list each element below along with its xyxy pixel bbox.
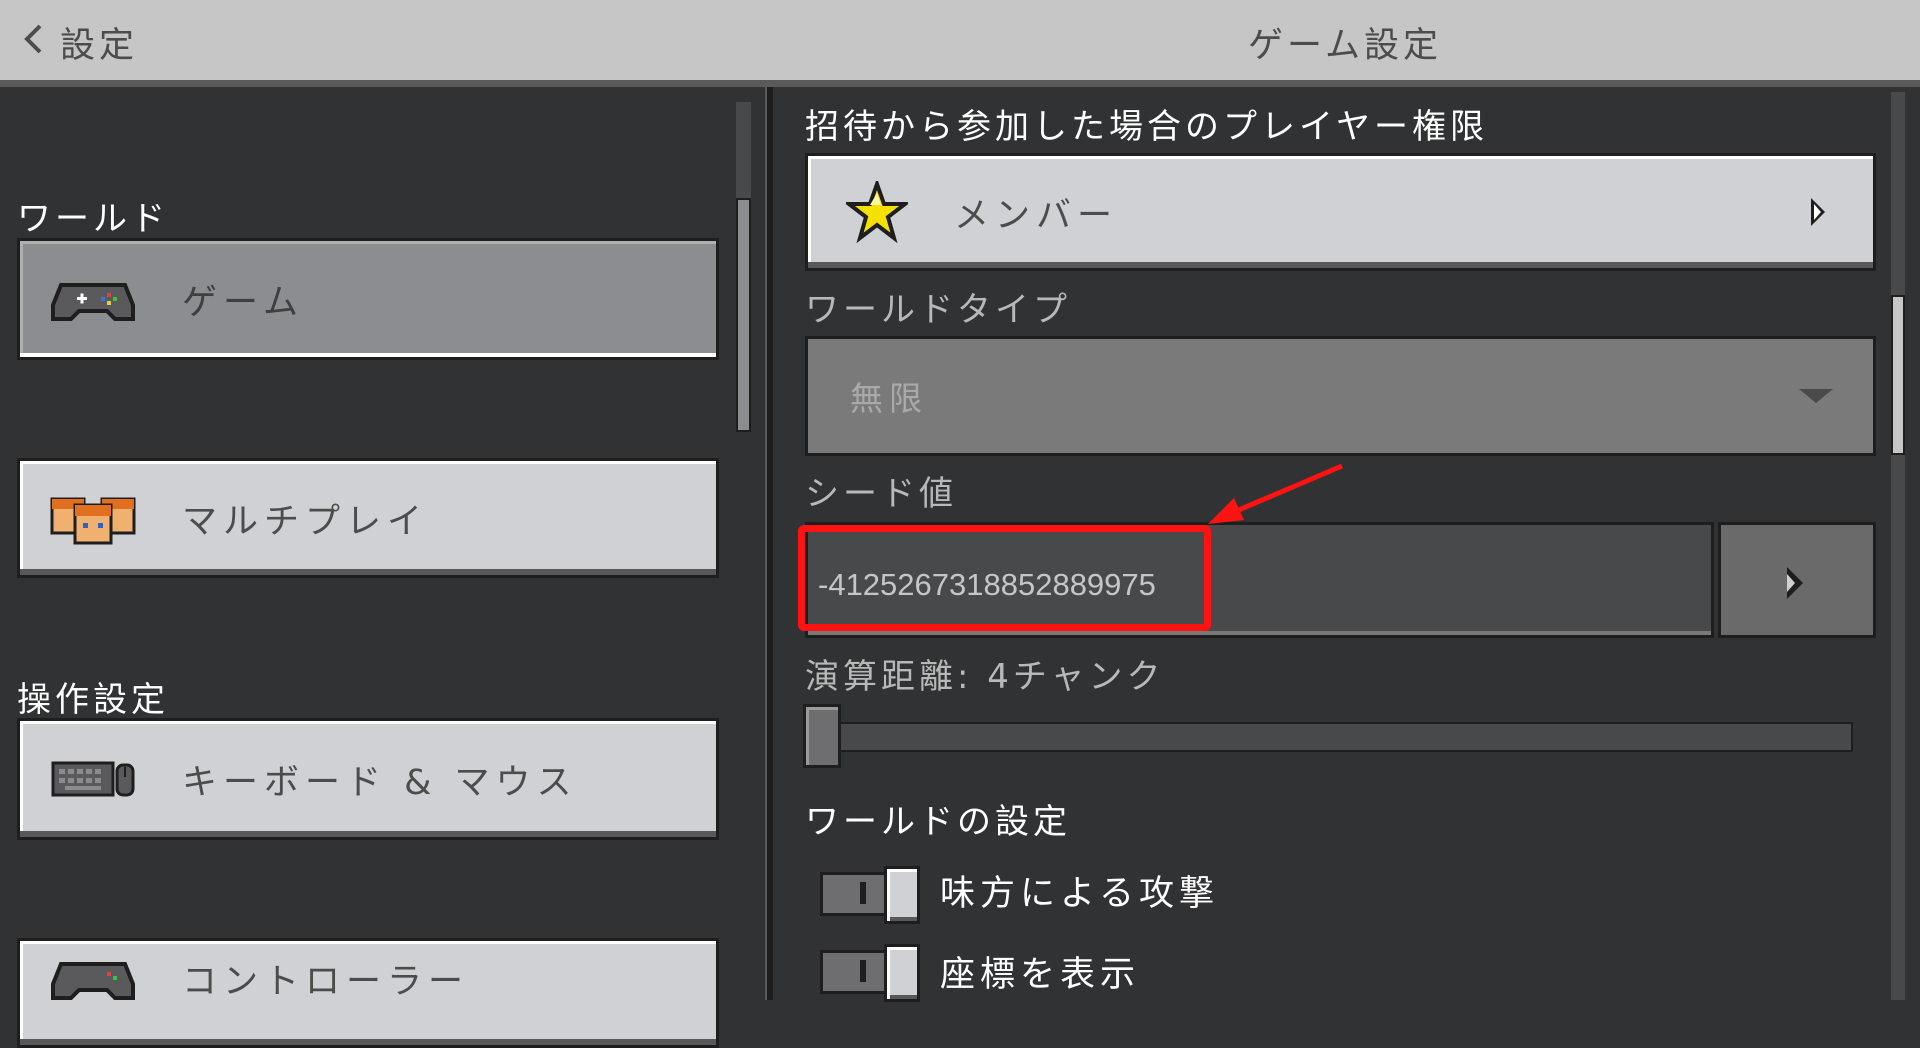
gamepad-icon [48,269,138,329]
seed-input[interactable]: -4125267318852889975 [805,522,1714,638]
sidebar-item-multiplayer[interactable]: マルチプレイ [17,458,719,578]
controller-icon [48,948,138,1008]
seed-value: -4125267318852889975 [818,567,1156,602]
friendly-fire-toggle[interactable] [820,866,920,924]
sidebar-item-label: マルチプレイ [182,501,429,542]
settings-scrollbar-track[interactable] [1891,92,1905,1000]
chevron-down-icon [1799,389,1833,403]
panel-divider [765,87,773,1000]
annotation-arrow-icon [1208,463,1343,524]
toggle-knob [884,866,920,924]
world-type-label: ワールドタイプ [805,290,1071,330]
chevron-right-highlight [1814,204,1821,220]
page-title: ゲーム設定 [1248,25,1442,66]
invite-permission-label: 招待から参加した場合のプレイヤー権限 [805,107,1488,147]
chevron-left-icon [22,22,44,62]
toggle-knob [884,944,920,1002]
show-coordinates-label: 座標を表示 [940,955,1141,995]
sidebar-item-label: ゲーム [182,282,304,323]
sidebar-item-game[interactable]: ゲーム [17,238,719,360]
keyboard-mouse-icon [48,749,138,809]
sidebar-item-label: コントローラー [182,961,470,1002]
top-bar: 設定 ゲーム設定 [0,0,1920,80]
seed-enter-button[interactable] [1718,522,1876,638]
toggle-on-mark [860,960,866,982]
sidebar-item-controller[interactable]: コントローラー [17,938,719,1048]
toggle-track [820,950,890,994]
section-label-controls: 操作設定 [17,680,169,720]
seed-label: シード値 [805,474,957,514]
players-icon [48,488,138,548]
sidebar-item-label: キーボード & マウス [182,762,578,803]
chevron-right-highlight [1787,574,1795,592]
back-button[interactable]: 設定 [22,18,138,66]
header-divider [0,80,1920,87]
sidebar-scrollbar-thumb[interactable] [736,198,751,432]
toggle-on-mark [860,882,866,904]
world-type-dropdown: 無限 [805,336,1876,456]
section-label-world: ワールド [17,199,169,239]
world-options-label: ワールドの設定 [805,802,1071,842]
world-type-value: 無限 [850,379,928,418]
invite-permission-dropdown[interactable]: メンバー [805,153,1876,271]
settings-scrollbar-thumb[interactable] [1891,295,1905,455]
show-coordinates-toggle[interactable] [820,944,920,1002]
star-icon [843,177,911,244]
sidebar-item-keyboard-mouse[interactable]: キーボード & マウス [17,718,719,840]
invite-permission-value: メンバー [954,195,1119,236]
back-label: 設定 [60,25,139,66]
simulation-distance-slider-thumb[interactable] [803,704,841,768]
toggle-track [820,872,890,916]
simulation-distance-label: 演算距離: 4チャンク [805,657,1165,697]
simulation-distance-slider-track[interactable] [805,722,1853,752]
friendly-fire-label: 味方による攻撃 [940,874,1219,914]
